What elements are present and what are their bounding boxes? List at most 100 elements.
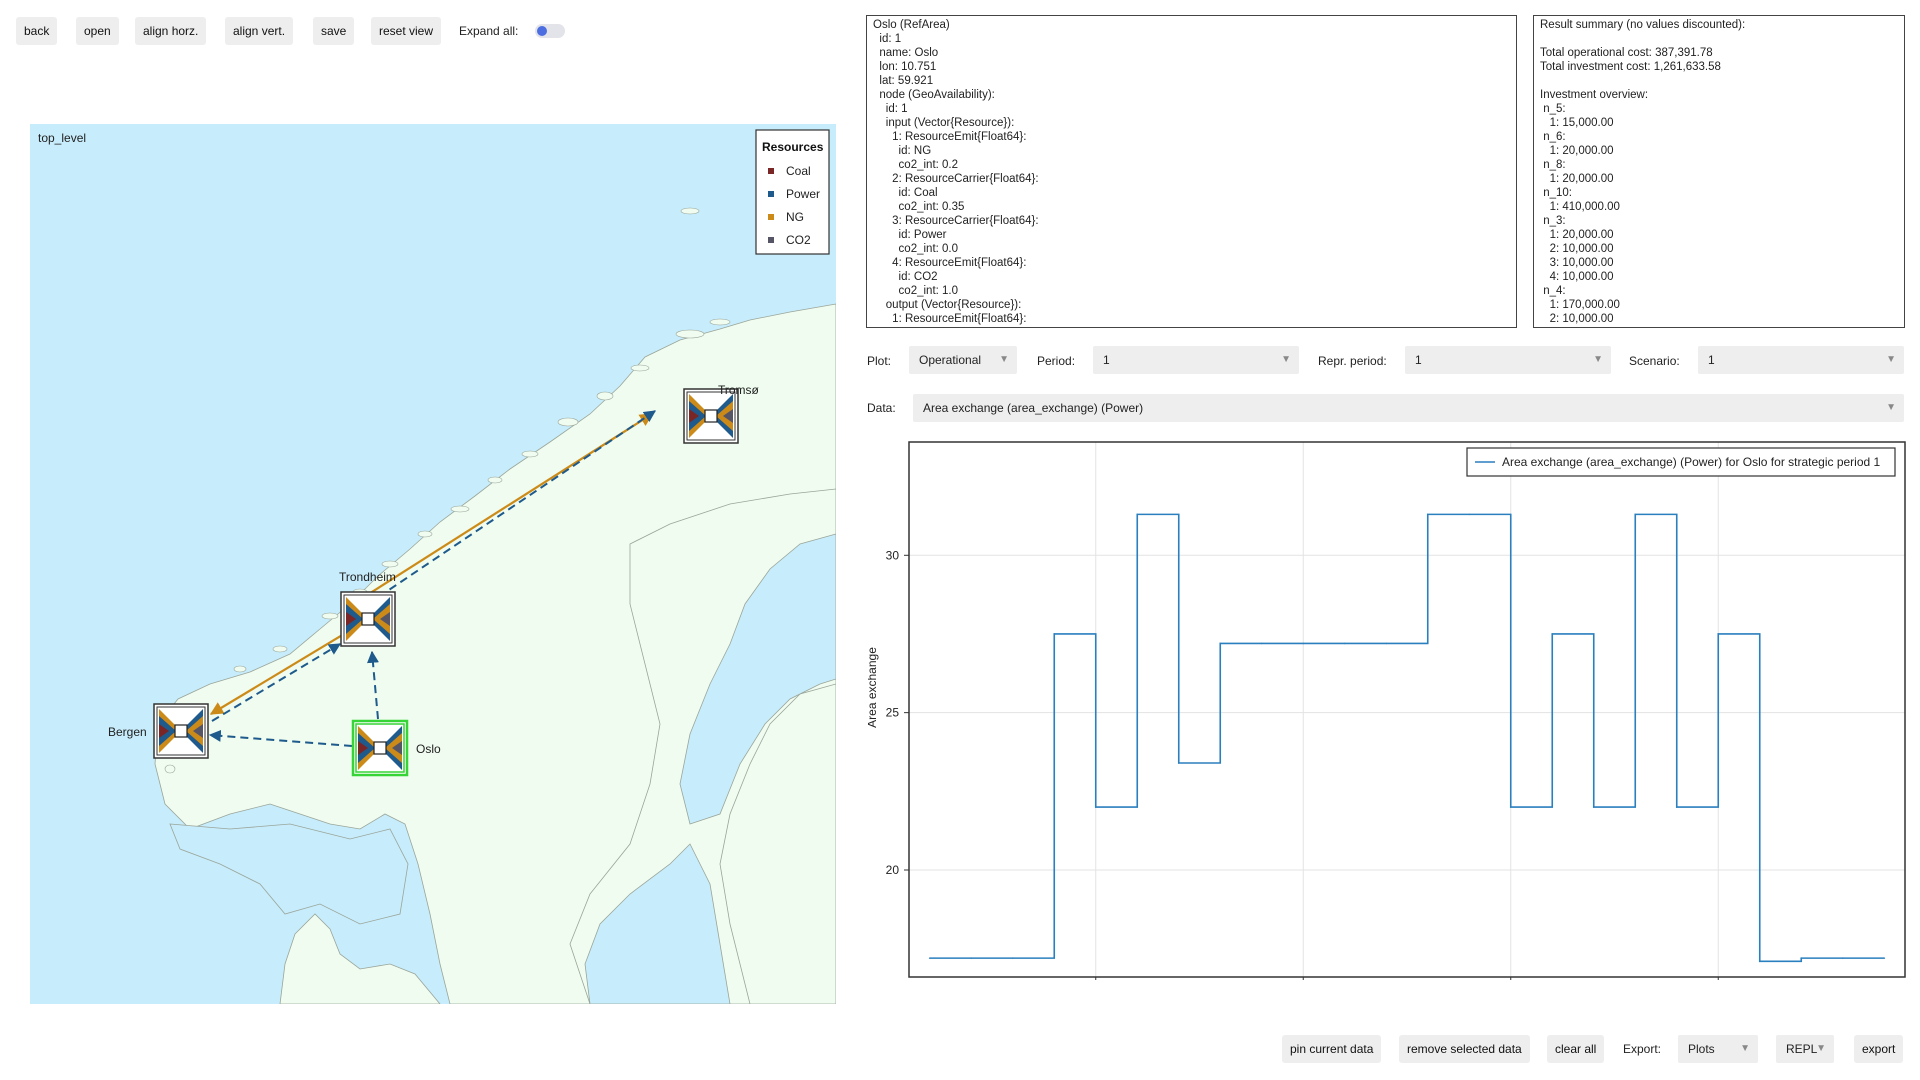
repr-period-label: Repr. period: xyxy=(1318,354,1387,368)
info-line: id: 1 xyxy=(873,103,908,115)
data-point xyxy=(1883,957,1886,959)
info-line: name: Oslo xyxy=(873,47,939,59)
svg-text:Power: Power xyxy=(786,187,820,201)
data-point xyxy=(1343,642,1346,645)
repr-period-select-value: 1 xyxy=(1415,353,1422,367)
remove-selected-data-button[interactable]: remove selected data xyxy=(1399,1035,1530,1063)
chevron-down-icon: ▼ xyxy=(1886,402,1896,413)
data-point xyxy=(1094,806,1097,808)
period-select-value: 1 xyxy=(1103,353,1110,367)
data-point xyxy=(1675,806,1678,808)
summary-line xyxy=(1540,32,1898,46)
data-point xyxy=(1758,960,1761,963)
node-oslo[interactable] xyxy=(351,719,409,777)
data-point xyxy=(1136,513,1139,516)
data-point xyxy=(1260,642,1263,645)
data-point xyxy=(1800,957,1803,959)
reset-view-button[interactable]: reset view xyxy=(371,17,442,45)
map-svg: top_level Tromsø Trondheim Bergen Oslo R… xyxy=(38,129,836,1004)
chevron-down-icon: ▼ xyxy=(1740,1043,1750,1054)
summary-line: 2: 10,000.00 xyxy=(1540,313,1614,325)
info-line: lon: 10.751 xyxy=(873,61,937,73)
map-title: top_level xyxy=(38,131,86,145)
period-label: Period: xyxy=(1037,354,1076,368)
repl-select[interactable]: REPL ▼ xyxy=(1776,1035,1834,1063)
result-summary-box[interactable]: Result summary (no values discounted): T… xyxy=(1533,15,1905,328)
chevron-down-icon: ▼ xyxy=(1886,354,1896,365)
node-trondheim[interactable] xyxy=(340,591,396,647)
summary-line: n_4: xyxy=(1540,285,1566,297)
period-select[interactable]: 1 ▼ xyxy=(1093,346,1299,374)
info-line: output (Vector{Resource}): xyxy=(873,299,1022,311)
pin-current-data-button[interactable]: pin current data xyxy=(1282,1035,1382,1063)
align-horz-button[interactable]: align horz. xyxy=(135,17,207,45)
scenario-select[interactable]: 1 ▼ xyxy=(1698,346,1904,374)
summary-line: Investment overview: xyxy=(1540,89,1649,101)
data-point xyxy=(1302,642,1305,645)
info-line: id: CO2 xyxy=(873,271,938,283)
geo-map-canvas[interactable]: top_level Tromsø Trondheim Bergen Oslo R… xyxy=(30,124,836,1004)
info-line: co2_int: 0.35 xyxy=(873,201,965,213)
info-line: input (Vector{Resource}): xyxy=(873,117,1015,129)
clear-all-button[interactable]: clear all xyxy=(1547,1035,1605,1063)
data-select-value: Area exchange (area_exchange) (Power) xyxy=(923,401,1144,415)
scenario-label: Scenario: xyxy=(1629,354,1680,368)
info-line: 1: ResourceEmit{Float64}: xyxy=(873,131,1027,143)
info-line: co2_int: 0.2 xyxy=(873,159,959,171)
save-button[interactable]: save xyxy=(313,17,355,45)
open-button[interactable]: open xyxy=(76,17,119,45)
back-button[interactable]: back xyxy=(16,17,58,45)
node-label-oslo: Oslo xyxy=(416,742,441,756)
summary-line: n_8: xyxy=(1540,159,1566,171)
node-bergen[interactable] xyxy=(153,703,209,759)
y-tick-label: 30 xyxy=(886,548,900,562)
data-point xyxy=(928,957,931,959)
node-info-box[interactable]: Oslo (RefArea) id: 1 name: Oslo lon: 10.… xyxy=(866,15,1517,328)
summary-line: 1: 20,000.00 xyxy=(1540,145,1614,157)
info-line: id: Coal xyxy=(873,187,938,199)
legend-title: Resources xyxy=(762,140,824,154)
expand-all-label: Expand all: xyxy=(459,24,519,38)
node-label-trondheim: Trondheim xyxy=(339,570,396,584)
summary-line: n_10: xyxy=(1540,187,1572,199)
summary-line xyxy=(1540,74,1898,88)
data-point xyxy=(1177,762,1180,764)
chevron-down-icon: ▼ xyxy=(1816,1043,1826,1054)
data-point xyxy=(1426,513,1429,516)
expand-all-toggle[interactable] xyxy=(535,24,565,38)
chart-svg: 5101520202530Time (OperationalPeriods)Ar… xyxy=(865,441,1906,1016)
denmark-land xyxy=(279,913,441,1004)
plot-select[interactable]: Operational ▼ xyxy=(909,346,1017,374)
chevron-down-icon: ▼ xyxy=(1281,354,1291,365)
y-tick-label: 25 xyxy=(886,706,900,720)
summary-line: 1: 170,000.00 xyxy=(1540,299,1620,311)
repl-select-value: REPL xyxy=(1786,1042,1818,1056)
summary-line: n_3: xyxy=(1540,215,1566,227)
repr-period-select[interactable]: 1 ▼ xyxy=(1405,346,1611,374)
data-select[interactable]: Area exchange (area_exchange) (Power) ▼ xyxy=(913,394,1904,422)
info-line: 2: ResourceCarrier{Float64}: xyxy=(873,173,1039,185)
data-point xyxy=(1509,806,1512,808)
summary-line: 1: 15,000.00 xyxy=(1540,117,1614,129)
summary-line: Total operational cost: 387,391.78 xyxy=(1540,47,1713,59)
export-type-select[interactable]: Plots ▼ xyxy=(1678,1035,1758,1063)
info-line: co2_int: 1.0 xyxy=(873,285,959,297)
data-point xyxy=(1053,633,1056,635)
resources-legend: Resources Coal Power NG CO2 xyxy=(755,129,830,255)
info-line: id: NG xyxy=(873,145,932,157)
data-label: Data: xyxy=(867,401,896,415)
info-line: 3: ResourceCarrier{Float64}: xyxy=(873,215,1039,227)
results-chart[interactable]: 5101520202530Time (OperationalPeriods)Ar… xyxy=(865,440,1908,1016)
info-line: id: 1 xyxy=(873,33,902,45)
svg-text:Coal: Coal xyxy=(786,164,811,178)
export-label: Export: xyxy=(1623,1042,1662,1056)
info-line: 1: ResourceEmit{Float64}: xyxy=(873,313,1027,325)
toggle-knob xyxy=(537,26,547,36)
node-tromso[interactable] xyxy=(683,388,739,444)
align-vert-button[interactable]: align vert. xyxy=(225,17,294,45)
data-point xyxy=(1011,957,1014,959)
export-button[interactable]: export xyxy=(1854,1035,1904,1063)
data-point xyxy=(1468,513,1471,516)
info-line: node (GeoAvailability): xyxy=(873,89,995,101)
scenario-select-value: 1 xyxy=(1708,353,1715,367)
